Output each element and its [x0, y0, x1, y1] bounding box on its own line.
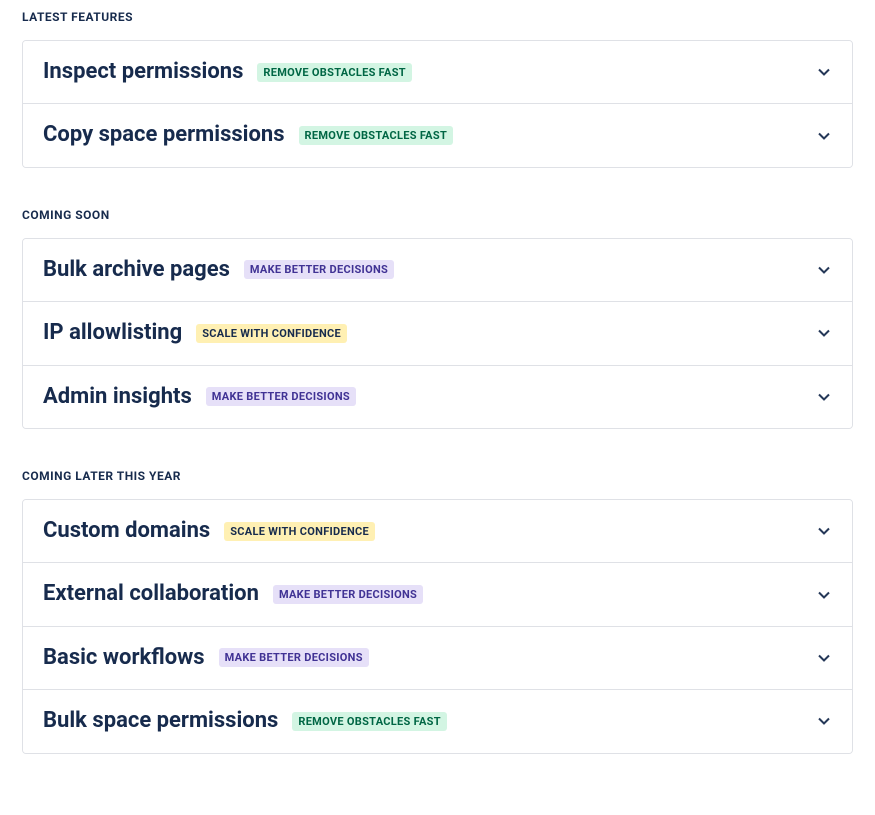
badge-better-decisions: MAKE BETTER DECISIONS [206, 387, 356, 406]
badge-scale-confidence: SCALE WITH CONFIDENCE [196, 324, 347, 343]
chevron-down-icon [816, 523, 832, 539]
item-title: Basic workflows [43, 645, 205, 671]
item-title: IP allowlisting [43, 320, 182, 346]
item-title: Admin insights [43, 384, 192, 410]
badge-remove-obstacles: REMOVE OBSTACLES FAST [292, 712, 447, 731]
section-coming-soon: COMING SOON Bulk archive pages MAKE BETT… [22, 208, 853, 429]
chevron-down-icon [816, 64, 832, 80]
accordion-item-bulk-space-permissions[interactable]: Bulk space permissions REMOVE OBSTACLES … [23, 689, 852, 752]
accordion-item-admin-insights[interactable]: Admin insights MAKE BETTER DECISIONS [23, 365, 852, 428]
item-content: Copy space permissions REMOVE OBSTACLES … [43, 122, 453, 148]
item-content: Inspect permissions REMOVE OBSTACLES FAS… [43, 59, 412, 85]
accordion-item-custom-domains[interactable]: Custom domains SCALE WITH CONFIDENCE [23, 500, 852, 562]
accordion-item-external-collaboration[interactable]: External collaboration MAKE BETTER DECIS… [23, 562, 852, 625]
item-title: External collaboration [43, 581, 259, 607]
item-content: Bulk space permissions REMOVE OBSTACLES … [43, 708, 447, 734]
chevron-down-icon [816, 262, 832, 278]
accordion-item-basic-workflows[interactable]: Basic workflows MAKE BETTER DECISIONS [23, 626, 852, 689]
accordion-list: Bulk archive pages MAKE BETTER DECISIONS… [22, 238, 853, 429]
chevron-down-icon [816, 389, 832, 405]
badge-better-decisions: MAKE BETTER DECISIONS [219, 648, 369, 667]
chevron-down-icon [816, 650, 832, 666]
item-title: Copy space permissions [43, 122, 285, 148]
item-content: IP allowlisting SCALE WITH CONFIDENCE [43, 320, 347, 346]
accordion-item-ip-allowlisting[interactable]: IP allowlisting SCALE WITH CONFIDENCE [23, 301, 852, 364]
item-content: Bulk archive pages MAKE BETTER DECISIONS [43, 257, 394, 283]
item-title: Bulk space permissions [43, 708, 278, 734]
section-coming-later: COMING LATER THIS YEAR Custom domains SC… [22, 469, 853, 754]
chevron-down-icon [816, 713, 832, 729]
item-content: Custom domains SCALE WITH CONFIDENCE [43, 518, 375, 544]
section-heading-coming-later: COMING LATER THIS YEAR [22, 469, 853, 483]
item-content: Admin insights MAKE BETTER DECISIONS [43, 384, 356, 410]
item-content: Basic workflows MAKE BETTER DECISIONS [43, 645, 369, 671]
section-heading-latest: LATEST FEATURES [22, 10, 853, 24]
badge-better-decisions: MAKE BETTER DECISIONS [244, 260, 394, 279]
chevron-down-icon [816, 325, 832, 341]
item-content: External collaboration MAKE BETTER DECIS… [43, 581, 423, 607]
accordion-item-copy-space-permissions[interactable]: Copy space permissions REMOVE OBSTACLES … [23, 103, 852, 166]
chevron-down-icon [816, 128, 832, 144]
accordion-list: Inspect permissions REMOVE OBSTACLES FAS… [22, 40, 853, 168]
accordion-item-bulk-archive-pages[interactable]: Bulk archive pages MAKE BETTER DECISIONS [23, 239, 852, 301]
badge-remove-obstacles: REMOVE OBSTACLES FAST [299, 126, 454, 145]
item-title: Inspect permissions [43, 59, 243, 85]
chevron-down-icon [816, 587, 832, 603]
badge-remove-obstacles: REMOVE OBSTACLES FAST [257, 63, 412, 82]
accordion-item-inspect-permissions[interactable]: Inspect permissions REMOVE OBSTACLES FAS… [23, 41, 852, 103]
item-title: Custom domains [43, 518, 210, 544]
item-title: Bulk archive pages [43, 257, 230, 283]
section-latest-features: LATEST FEATURES Inspect permissions REMO… [22, 10, 853, 168]
accordion-list: Custom domains SCALE WITH CONFIDENCE Ext… [22, 499, 853, 754]
badge-scale-confidence: SCALE WITH CONFIDENCE [224, 522, 375, 541]
section-heading-coming-soon: COMING SOON [22, 208, 853, 222]
badge-better-decisions: MAKE BETTER DECISIONS [273, 585, 423, 604]
